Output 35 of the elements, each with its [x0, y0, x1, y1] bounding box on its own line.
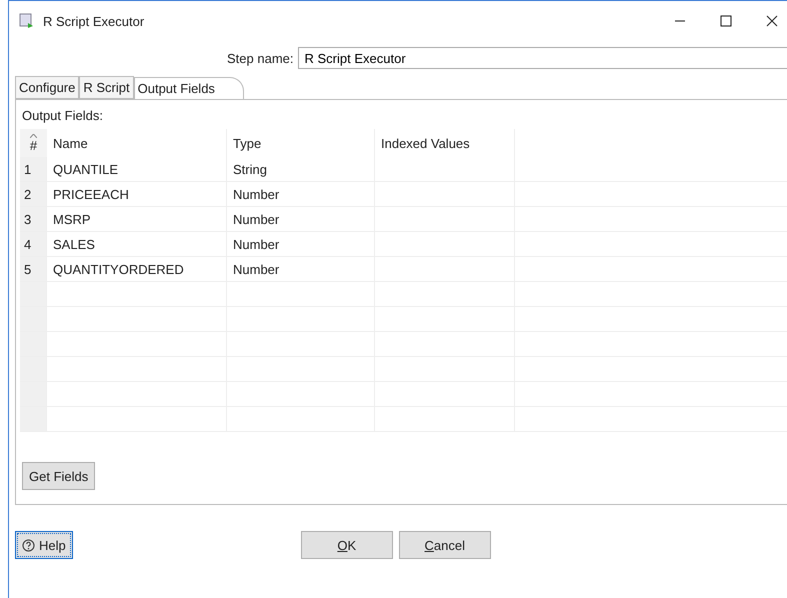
close-icon [766, 15, 778, 27]
tab[interactable]: Configure [15, 76, 80, 99]
sort-icon [30, 134, 37, 138]
table-cell: Number [227, 257, 375, 282]
table-cell: Number [227, 207, 375, 232]
table-cell: PRICEEACH [47, 182, 227, 207]
table-cell: QUANTILE [47, 157, 227, 182]
table-cell: String [227, 157, 375, 182]
column-header[interactable]: Type [227, 129, 375, 157]
tab[interactable]: R Script [79, 76, 134, 99]
table-cell: Number [227, 232, 375, 257]
maximize-icon [720, 15, 732, 27]
help-icon [22, 538, 35, 552]
table-cell: SALES [47, 232, 227, 257]
step-name-field[interactable]: R Script Executor [298, 47, 787, 69]
get-fields-button[interactable]: Get Fields [22, 462, 96, 490]
column-header[interactable]: Name [47, 129, 227, 157]
help-button[interactable]: Help [15, 531, 73, 559]
section-label: Output Fields: [21, 107, 104, 125]
window-title: R Script Executor [43, 14, 146, 28]
app-icon [19, 13, 35, 29]
table-cell: QUANTITYORDERED [47, 257, 227, 282]
column-header[interactable]: # [20, 129, 47, 157]
table-cell: Number [227, 182, 375, 207]
step-name-label: Step name: [227, 50, 294, 66]
row-number: 5 [20, 257, 47, 282]
row-number: 1 [20, 157, 47, 182]
dialog-button[interactable]: Cancel [398, 531, 491, 559]
dialog-button[interactable]: OK [300, 531, 393, 559]
row-number: 2 [20, 182, 47, 207]
table-cell: MSRP [47, 207, 227, 232]
row-number: 4 [20, 232, 47, 257]
tab[interactable]: Output Fields [134, 77, 244, 99]
row-number: 3 [20, 207, 47, 232]
column-header[interactable]: Indexed Values [375, 129, 515, 157]
